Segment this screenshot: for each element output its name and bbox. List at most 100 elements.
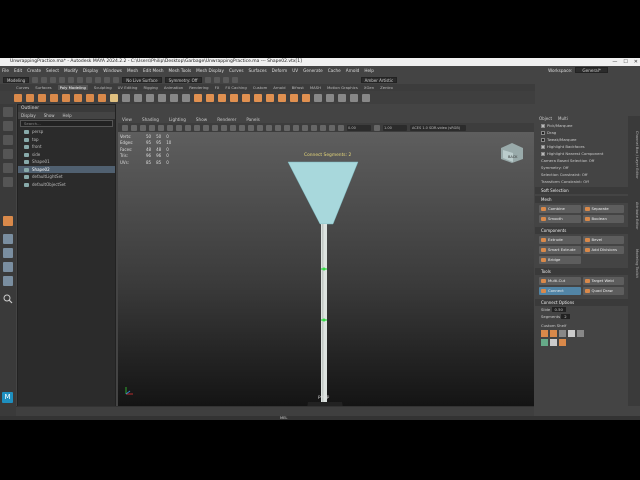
motion-blur-icon[interactable] (284, 124, 290, 131)
shelf-tab-rigging[interactable]: Rigging (143, 85, 157, 90)
quad-draw-button[interactable]: Quad Draw (582, 287, 624, 295)
selection-option[interactable]: Pick/Marquee (535, 122, 628, 129)
move-tool-icon[interactable] (3, 149, 13, 159)
shelf-tab-surfaces[interactable]: Surfaces (35, 85, 51, 90)
symmetry-row[interactable]: Symmetry: Off (535, 164, 628, 171)
ipr-render-icon[interactable] (213, 76, 220, 83)
redo-icon[interactable] (59, 76, 66, 83)
soft-selection-section[interactable]: Soft Selection (535, 187, 628, 194)
quad-draw-icon[interactable] (302, 93, 310, 102)
automatic-map-icon[interactable] (362, 93, 370, 102)
camera-based-selection-value[interactable]: Off (589, 158, 595, 163)
menu-create[interactable]: Create (27, 68, 41, 73)
outliner-menu-help[interactable]: Help (63, 112, 72, 119)
safe-action-icon[interactable] (203, 124, 209, 131)
menu-deform[interactable]: Deform (272, 68, 288, 73)
scale-tool-icon[interactable] (3, 177, 13, 187)
boolean-button[interactable]: Boolean (582, 215, 624, 223)
image-plane-icon[interactable] (149, 124, 155, 131)
select-camera-icon[interactable] (122, 124, 128, 131)
live-surface-dropdown[interactable]: No Live Surface (122, 76, 162, 83)
poly-torus-icon[interactable] (62, 93, 70, 102)
custom-tool-1-icon[interactable] (541, 330, 548, 337)
extrude-icon[interactable] (194, 93, 202, 102)
shelf-tab-custom[interactable]: Custom (253, 85, 268, 90)
shelf-tab-uv-editing[interactable]: UV Editing (118, 85, 138, 90)
search-icon[interactable] (3, 294, 13, 304)
symmetry-dropdown[interactable]: Symmetry: Off (164, 76, 202, 83)
fill-hole-icon[interactable] (242, 93, 250, 102)
xray-icon[interactable] (320, 124, 326, 131)
custom-tool-6-icon[interactable] (541, 339, 548, 346)
smooth-shade-icon[interactable] (221, 124, 227, 131)
shelf-tab-fx[interactable]: FX (215, 85, 220, 90)
uv-editor-icon[interactable] (338, 93, 346, 102)
connect-options-section[interactable]: Connect Options (535, 299, 628, 306)
attribute-editor-tab[interactable]: Attribute Editor (629, 196, 639, 236)
minimize-button[interactable]: — (612, 58, 617, 66)
select-object-icon[interactable] (77, 76, 84, 83)
shelf-tab-zentro[interactable]: Zentro (380, 85, 393, 90)
backface-culling-icon[interactable] (338, 124, 344, 131)
bridge-button[interactable]: Bridge (539, 256, 581, 264)
paint-select-tool-icon[interactable] (3, 135, 13, 145)
gate-mask-icon[interactable] (185, 124, 191, 131)
outliner-item[interactable]: front (18, 143, 115, 151)
multi-cut-button[interactable]: Multi-Cut (539, 277, 581, 285)
append-icon[interactable] (230, 93, 238, 102)
separate-button[interactable]: Separate (582, 205, 624, 213)
outliner-menu-show[interactable]: Show (44, 112, 55, 119)
boolean-icon[interactable] (158, 93, 166, 102)
connect-button[interactable]: Connect (539, 287, 581, 295)
menu-arnold[interactable]: Arnold (346, 68, 360, 73)
modeling-toolkit-tab[interactable]: Modeling Toolkit (629, 241, 639, 286)
smart-extrude-button[interactable]: Smart Extrude (539, 246, 581, 254)
custom-tool-8-icon[interactable] (559, 339, 566, 346)
shadows-icon[interactable] (266, 124, 272, 131)
outliner-menu-display[interactable]: Display (21, 112, 36, 119)
custom-tool-5-icon[interactable] (577, 330, 584, 337)
menu-curves[interactable]: Curves (229, 68, 244, 73)
smooth-icon[interactable] (146, 93, 154, 102)
poly-cylinder-icon[interactable] (38, 93, 46, 102)
custom-tool-7-icon[interactable] (550, 339, 557, 346)
anti-aliasing-icon[interactable] (293, 124, 299, 131)
four-view-layout-icon[interactable] (3, 248, 13, 258)
camera-based-selection-row[interactable]: Camera Based Selection Off (535, 157, 628, 164)
combine-button[interactable]: Combine (539, 205, 581, 213)
menu-file[interactable]: File (2, 68, 9, 73)
poly-sphere-icon[interactable] (14, 93, 22, 102)
exposure-field[interactable]: 0.00 (347, 124, 371, 131)
outliner-search-input[interactable]: Search... (20, 120, 113, 127)
menu-edit-mesh[interactable]: Edit Mesh (143, 68, 163, 73)
menu-modify[interactable]: Modify (64, 68, 78, 73)
command-line[interactable]: MEL (0, 416, 640, 420)
shelf-tab-arnold[interactable]: Arnold (273, 85, 285, 90)
timeline-bar[interactable] (16, 406, 534, 416)
menu-mesh[interactable]: Mesh (127, 68, 138, 73)
viewport-scene[interactable]: Verts: 50 50 0 Edges: 95 95 10 Faces: 48 48 0 Tris: 9… (118, 132, 534, 406)
shelf-tab-poly-modeling[interactable]: Poly Modeling (57, 85, 88, 90)
menu-set-dropdown[interactable]: Modeling (3, 76, 30, 83)
view-cube[interactable]: BACK (500, 142, 524, 164)
film-gate-icon[interactable] (167, 124, 173, 131)
isolate-select-icon[interactable] (311, 124, 317, 131)
planar-map-icon[interactable] (350, 93, 358, 102)
use-default-material-icon[interactable] (230, 124, 236, 131)
shelf-tab-sculpting[interactable]: Sculpting (94, 85, 112, 90)
menu-generate[interactable]: Generate (303, 68, 323, 73)
poly-disc-icon[interactable] (86, 93, 94, 102)
depth-of-field-icon[interactable] (302, 124, 308, 131)
menu-display[interactable]: Display (83, 68, 98, 73)
undo-icon[interactable] (50, 76, 57, 83)
viewport-menu-lighting[interactable]: Lighting (169, 116, 186, 123)
rotate-tool-icon[interactable] (3, 163, 13, 173)
target-weld-icon[interactable] (290, 93, 298, 102)
shelf-tab-motion-graphics[interactable]: Motion Graphics (327, 85, 358, 90)
shelf-tab-xgen[interactable]: XGen (364, 85, 374, 90)
bookmark-icon[interactable] (140, 124, 146, 131)
tools-section[interactable]: Tools (535, 268, 628, 275)
render-settings-icon[interactable] (222, 76, 229, 83)
custom-tool-4-icon[interactable] (568, 330, 575, 337)
menu-surfaces[interactable]: Surfaces (249, 68, 267, 73)
